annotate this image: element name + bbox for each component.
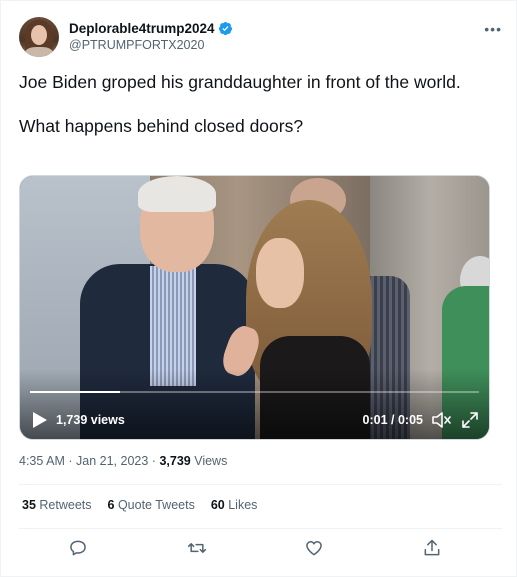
avatar[interactable] [19, 17, 59, 57]
retweets-stat[interactable]: 35 Retweets [22, 498, 92, 512]
tweet-card: Deplorable4trump2024 @PTRUMPFORTX2020 ••… [0, 0, 517, 577]
heart-icon [306, 541, 322, 556]
video-progress-bar[interactable] [30, 391, 479, 393]
video-time: 0:01 / 0:05 [362, 413, 423, 427]
video-views: 1,739 views [56, 413, 125, 427]
divider [19, 484, 502, 485]
reply-icon [70, 540, 86, 556]
likes-stat[interactable]: 60 Likes [211, 498, 258, 512]
views-count: 3,739 [159, 454, 191, 468]
video-player[interactable]: 1,739 views 0:01 / 0:05 [19, 175, 490, 440]
retweets-count: 35 [22, 498, 36, 512]
reply-button[interactable] [68, 538, 88, 558]
tweet-date[interactable]: Jan 21, 2023 [76, 454, 148, 468]
more-horizontal-icon[interactable]: ••• [484, 21, 502, 37]
tweet-time[interactable]: 4:35 AM [19, 454, 65, 468]
tweet-header: Deplorable4trump2024 @PTRUMPFORTX2020 ••… [19, 17, 502, 61]
tweet-actions [19, 538, 502, 560]
retweets-label: Retweets [39, 498, 92, 512]
separator: · [68, 454, 73, 468]
author-handle[interactable]: @PTRUMPFORTX2020 [69, 38, 233, 52]
quotes-label: Quote Tweets [117, 498, 195, 512]
display-name[interactable]: Deplorable4trump2024 [69, 21, 215, 36]
divider [19, 528, 502, 529]
fullscreen-icon[interactable] [461, 411, 479, 429]
likes-label: Likes [228, 498, 258, 512]
verified-badge-icon [218, 21, 232, 35]
video-progress-fill [30, 391, 120, 393]
play-icon[interactable] [32, 411, 48, 429]
like-button[interactable] [304, 538, 324, 558]
author-names: Deplorable4trump2024 @PTRUMPFORTX2020 [69, 19, 233, 52]
mute-icon[interactable] [431, 411, 451, 429]
tweet-text-line: What happens behind closed doors? [19, 116, 304, 136]
tweet-text: Joe Biden groped his granddaughter in fr… [19, 71, 489, 137]
retweet-icon [187, 543, 207, 553]
quote-tweets-stat[interactable]: 6 Quote Tweets [108, 498, 195, 512]
separator: · [151, 454, 156, 468]
share-button[interactable] [422, 538, 442, 558]
retweet-button[interactable] [187, 538, 207, 558]
tweet-stats: 35 Retweets 6 Quote Tweets 60 Likes [22, 498, 257, 512]
views-label: Views [194, 454, 228, 468]
tweet-text-line: Joe Biden groped his granddaughter in fr… [19, 72, 461, 92]
tweet-meta: 4:35 AM · Jan 21, 2023 · 3,739 Views [19, 454, 227, 468]
quotes-count: 6 [107, 498, 115, 512]
share-icon [424, 539, 440, 556]
likes-count: 60 [210, 498, 225, 512]
